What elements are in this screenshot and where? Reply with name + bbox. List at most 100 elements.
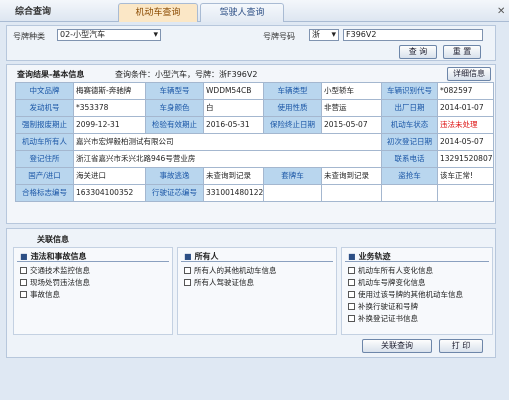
reset-button[interactable]: 重 置 — [443, 45, 481, 59]
query-condition: 查询条件：小型汽车，号牌：浙F396V2 — [115, 70, 258, 79]
result-title: 查询结果-基本信息 — [17, 70, 85, 79]
checkbox-item[interactable]: 使用过该号牌的其他机动车信息 — [348, 290, 463, 300]
checkbox-icon[interactable] — [20, 267, 27, 274]
info-label-cell: 国产/进口 — [15, 167, 74, 185]
info-value-cell: 2016-05-31 — [203, 116, 264, 134]
checkbox-item[interactable]: 所有人驾驶证信息 — [184, 278, 254, 288]
checkbox-icon[interactable] — [348, 267, 355, 274]
chevron-down-icon: ▾ — [331, 30, 336, 40]
checkbox-item[interactable]: 补换登记证书信息 — [348, 314, 418, 324]
related-query-button[interactable]: 关联查询 — [362, 339, 432, 353]
checkbox-label: 机动车号牌变化信息 — [358, 278, 426, 287]
info-value-cell: 163304100352 — [73, 184, 146, 202]
checkbox-label: 交通技术监控信息 — [30, 266, 90, 275]
info-label-cell: 行驶证芯编号 — [145, 184, 204, 202]
checkbox-item[interactable]: 交通技术监控信息 — [20, 266, 90, 276]
plate-no-input[interactable]: F396V2 — [343, 29, 483, 41]
info-label-cell: 车身颜色 — [145, 99, 204, 117]
plate-type-label: 号牌种类 — [13, 32, 45, 41]
checkbox-label: 补换登记证书信息 — [358, 314, 418, 323]
checkbox-item[interactable]: 事故信息 — [20, 290, 60, 300]
result-header: 查询结果-基本信息 查询条件：小型汽车，号牌：浙F396V2 详细信息 — [7, 65, 495, 81]
checkbox-icon[interactable] — [184, 279, 191, 286]
checkbox-item[interactable]: 机动车号牌变化信息 — [348, 278, 426, 288]
info-label-cell: 事故逃逸 — [145, 167, 204, 185]
checkbox-label: 事故信息 — [30, 290, 60, 299]
info-label-cell: 强制报废期止 — [15, 116, 74, 134]
close-icon[interactable]: ✕ — [497, 6, 505, 17]
bullet-icon: ■ — [20, 252, 28, 261]
related-info-panel: 关联信息 ■ 违法和事故信息 交通技术监控信息 现场处罚违法信息 事故信息 ■ 所有… — [6, 228, 496, 358]
info-row: 发动机号 *353378 车身颜色白使用性质 非营运 出厂日期 2014-01-07 — [15, 99, 494, 117]
checkbox-item[interactable]: 补换行驶证和号牌 — [348, 302, 418, 312]
info-label-cell: 登记住所 — [15, 150, 74, 168]
checkbox-item[interactable]: 机动车所有人变化信息 — [348, 266, 433, 276]
info-row: 强制报废期止 2099-12-31 检验有效期止 2016-05-31 保险终止日期 20… — [15, 116, 494, 134]
info-row: 登记住所 浙江省嘉兴市禾兴北路946号营业房 联系电话 13291520807 — [15, 150, 494, 168]
info-value-cell: 未查询到记录 — [203, 167, 264, 185]
info-value-cell: 非营运 — [321, 99, 382, 117]
checkbox-icon[interactable] — [348, 303, 355, 310]
checkbox-item[interactable]: 所有人的其他机动车信息 — [184, 266, 277, 276]
checkbox-icon[interactable] — [20, 291, 27, 298]
info-label-cell: 套牌车 — [263, 167, 322, 185]
info-value-cell: WDDM54CB — [203, 82, 264, 100]
tab-comprehensive-query[interactable]: 综合查询 — [4, 3, 62, 22]
info-label-cell: 检验有效期止 — [145, 116, 204, 134]
related-column-owner: ■ 所有人 所有人的其他机动车信息 所有人驾驶证信息 — [177, 247, 337, 335]
query-panel: 号牌种类 02-小型汽车 ▾ 号牌号码 浙 ▾ F396V2 查 询 重 置 — [6, 25, 496, 61]
info-value-cell: 白 — [203, 99, 264, 117]
query-button[interactable]: 查 询 — [399, 45, 437, 59]
checkbox-icon[interactable] — [348, 279, 355, 286]
info-value-cell: 2014-05-07 — [437, 133, 494, 151]
checkbox-label: 机动车所有人变化信息 — [358, 266, 433, 275]
related-info-title: 关联信息 — [37, 235, 69, 244]
info-label-cell: 车辆类型 — [263, 82, 322, 100]
column-title: 所有人 — [194, 252, 219, 261]
info-value-cell: 浙江省嘉兴市禾兴北路946号营业房 — [73, 150, 382, 168]
info-value-cell: 13291520807 — [437, 150, 494, 168]
info-value-cell — [321, 184, 382, 202]
info-value-cell: 该车正常! — [437, 167, 494, 185]
tab-driver-query[interactable]: 驾驶人查询 — [200, 3, 284, 22]
plate-no-label: 号牌号码 — [263, 32, 295, 41]
info-label-cell: 车辆识别代号 — [381, 82, 438, 100]
checkbox-item[interactable]: 现场处罚违法信息 — [20, 278, 90, 288]
info-row: 机动车所有人 嘉兴市宏焊毅柏测试有限公司 初次登记日期 2014-05-07 — [15, 133, 494, 151]
info-label-cell: 合格标志编号 — [15, 184, 74, 202]
related-column-violations: ■ 违法和事故信息 交通技术监控信息 现场处罚违法信息 事故信息 — [13, 247, 173, 335]
print-button[interactable]: 打 印 — [439, 339, 483, 353]
info-value-cell: 2014-01-07 — [437, 99, 494, 117]
info-value-cell: 未查询到记录 — [321, 167, 382, 185]
info-label-cell: 保险终止日期 — [263, 116, 322, 134]
checkbox-label: 现场处罚违法信息 — [30, 278, 90, 287]
checkbox-icon[interactable] — [348, 291, 355, 298]
info-value-cell: 2015-05-07 — [321, 116, 382, 134]
info-label-cell: 盗抢车 — [381, 167, 438, 185]
info-label-cell: 车辆型号 — [145, 82, 204, 100]
column-title: 业务轨迹 — [358, 252, 391, 261]
plate-type-select[interactable]: 02-小型汽车 ▾ — [57, 29, 161, 41]
plate-type-value: 02-小型汽车 — [60, 30, 106, 39]
info-value-cell: 海关进口 — [73, 167, 146, 185]
info-value-cell: 2099-12-31 — [73, 116, 146, 134]
info-label-cell: 中文品牌 — [15, 82, 74, 100]
checkbox-label: 所有人驾驶证信息 — [194, 278, 254, 287]
tab-bar: 综合查询 机动车查询 驾驶人查询 ✕ — [0, 0, 509, 22]
info-value-cell — [381, 184, 438, 202]
info-row: 中文品牌 梅赛德斯-奔驰牌 车辆型号 WDDM54CB 车辆类型 小型轿车 车辆识别代号 *0… — [15, 82, 494, 100]
detail-info-button[interactable]: 详细信息 — [447, 67, 491, 81]
info-label-cell: 出厂日期 — [381, 99, 438, 117]
checkbox-icon[interactable] — [348, 315, 355, 322]
tab-vehicle-query[interactable]: 机动车查询 — [118, 3, 198, 22]
checkbox-icon[interactable] — [20, 279, 27, 286]
chevron-down-icon: ▾ — [153, 30, 158, 40]
divider — [17, 261, 169, 262]
info-row: 合格标志编号 163304100352 行驶证芯编号 3310014801221 — [15, 184, 494, 202]
checkbox-label: 补换行驶证和号牌 — [358, 302, 418, 311]
divider — [181, 261, 333, 262]
plate-prefix-select[interactable]: 浙 ▾ — [309, 29, 339, 41]
info-label-cell: 机动车状态 — [381, 116, 438, 134]
info-value-cell: *353378 — [73, 99, 146, 117]
checkbox-icon[interactable] — [184, 267, 191, 274]
